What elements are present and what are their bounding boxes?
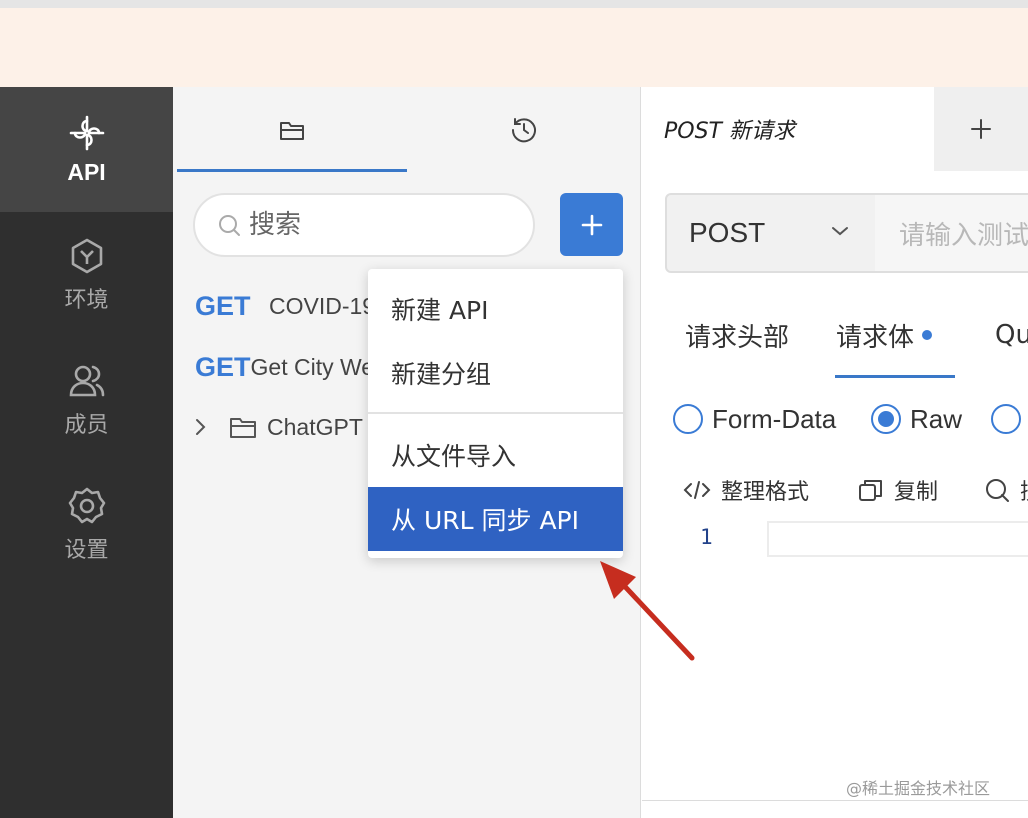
window-top-strip <box>0 0 1028 8</box>
radio-circle[interactable] <box>673 404 703 434</box>
left-nav: API 环境 成员 设置 <box>0 87 173 818</box>
search-tool-label: 搜索 <box>1020 474 1028 506</box>
radio-selected-dot <box>878 411 894 427</box>
plus-icon <box>581 214 602 235</box>
radio-circle[interactable] <box>871 404 901 434</box>
folder-name: ChatGPT <box>267 413 363 440</box>
menu-item-new-api[interactable]: 新建 API <box>368 277 623 341</box>
format-button[interactable]: 整理格式 <box>683 472 809 508</box>
folder-icon <box>230 418 256 438</box>
nav-item-members[interactable]: 成员 <box>0 337 173 462</box>
menu-item-sync-url[interactable]: 从 URL 同步 API <box>368 487 623 551</box>
watermark: @稀土掘金技术社区 <box>846 779 991 798</box>
url-input[interactable]: 请输入测试地址 <box>875 193 1028 273</box>
history-icon <box>511 118 536 143</box>
body-editor[interactable] <box>767 521 1028 557</box>
menu-divider <box>368 412 623 414</box>
code-icon <box>683 481 711 499</box>
nav-label-settings: 设置 <box>64 537 109 563</box>
chevron-down-icon <box>832 227 848 236</box>
copy-label: 复制 <box>894 480 939 505</box>
search-tool-button[interactable]: 搜索 <box>984 472 1028 508</box>
api-method: GET <box>195 351 251 382</box>
search-input[interactable] <box>249 210 529 240</box>
tab-body-label: 请求体 <box>836 322 915 353</box>
radio-circle[interactable] <box>991 404 1021 434</box>
radio-raw[interactable]: Raw <box>871 400 962 438</box>
tab-query-label: Query <box>995 320 1028 350</box>
search-icon <box>219 215 240 236</box>
tab-headers[interactable]: 请求头部 <box>685 312 789 358</box>
gear-icon <box>68 487 105 523</box>
menu-item-import-file[interactable]: 从文件导入 <box>368 423 623 487</box>
format-label: 整理格式 <box>721 480 810 505</box>
add-button[interactable] <box>560 193 623 256</box>
api-method: GET <box>195 290 251 321</box>
nav-item-api[interactable]: API <box>0 87 173 212</box>
tab-collections[interactable] <box>177 87 407 173</box>
tab-history[interactable] <box>407 87 641 173</box>
panel-divider <box>642 800 1028 801</box>
search-box[interactable] <box>193 193 535 257</box>
tab-body[interactable]: 请求体 <box>836 312 933 358</box>
tab-query[interactable]: Query <box>995 312 1028 358</box>
folder-icon <box>280 122 304 140</box>
radio-label: Raw <box>910 403 963 434</box>
annotation-arrow-icon <box>600 561 695 661</box>
plus-icon <box>971 119 991 139</box>
copy-button[interactable]: 复制 <box>858 472 938 508</box>
chevron-right-icon[interactable] <box>193 417 207 437</box>
active-tab-indicator <box>177 169 407 172</box>
search-icon <box>986 479 1009 502</box>
new-tab-button[interactable] <box>934 87 1028 171</box>
nav-item-settings[interactable]: 设置 <box>0 462 173 587</box>
method-value: POST <box>689 217 766 248</box>
radio-label: Form-Data <box>712 403 837 434</box>
line-number: 1 <box>700 525 713 549</box>
api-icon <box>69 115 104 151</box>
active-subtab-indicator <box>835 375 955 378</box>
folder-chatgpt[interactable]: ChatGPT <box>193 407 363 447</box>
nav-label-api: API <box>67 159 106 185</box>
api-item-city-weather[interactable]: GET Get City Weather <box>195 347 395 387</box>
request-tab[interactable]: POST 新请求 <box>642 87 934 171</box>
nav-label-environment: 环境 <box>64 287 109 313</box>
add-menu-dropdown: 新建 API 新建分组 从文件导入 从 URL 同步 API <box>368 269 623 558</box>
radio-form-data[interactable]: Form-Data <box>673 400 836 438</box>
top-banner <box>0 8 1028 87</box>
menu-item-new-group[interactable]: 新建分组 <box>368 341 623 405</box>
nav-label-members: 成员 <box>64 412 109 438</box>
method-select[interactable]: POST <box>665 193 877 273</box>
nav-item-environment[interactable]: 环境 <box>0 212 173 337</box>
api-name: COVID-19 <box>269 292 376 319</box>
cube-icon <box>71 238 102 273</box>
api-item-covid[interactable]: GET COVID-19 <box>195 286 395 326</box>
tab-headers-label: 请求头部 <box>685 322 790 353</box>
radio-other[interactable] <box>991 400 1028 438</box>
users-icon <box>69 365 104 396</box>
copy-icon <box>859 480 882 501</box>
modified-dot <box>922 330 933 340</box>
